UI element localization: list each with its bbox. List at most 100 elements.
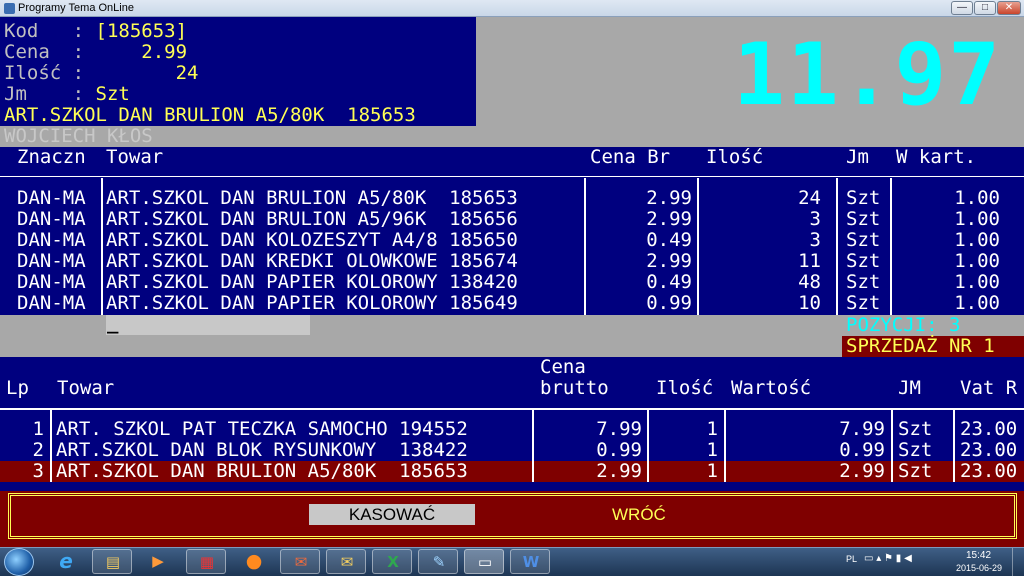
kasowac-button[interactable]: KASOWAĆ — [309, 504, 475, 525]
header-w-kart: W kart. — [896, 146, 977, 168]
action-frame — [8, 493, 1017, 539]
window-title: Programy Tema OnLine — [18, 2, 134, 14]
cell-jm: Szt — [846, 187, 881, 209]
minimize-button[interactable]: — — [951, 1, 973, 15]
header-cena-br: Cena Br — [590, 146, 671, 168]
cell-lp: 3 — [32, 460, 44, 482]
header-vat: Vat R — [960, 377, 1018, 399]
operator-name: WOJCIECH KŁOS — [4, 125, 153, 147]
col-divider — [101, 178, 103, 315]
cell-vat: 23.00 — [960, 439, 1018, 461]
cell-w-kart: 1.00 — [954, 187, 1000, 209]
jm-label: Jm : — [4, 83, 96, 105]
cell-towar: ART. SZKOL PAT TECZKA SAMOCHO 194552 — [56, 418, 468, 440]
cell-w-kart: 1.00 — [954, 292, 1000, 314]
paint-glyph: ✎ — [432, 553, 446, 571]
internet-explorer-icon[interactable]: e — [46, 549, 86, 574]
header-wartosc: Wartość — [731, 377, 812, 399]
wroc-button[interactable]: WRÓĆ — [612, 504, 672, 525]
jm-row: Jm : Szt — [4, 84, 130, 105]
cell-jm: Szt — [846, 271, 881, 293]
cell-cena: 0.99 — [646, 292, 692, 314]
outlook-glyph: ✉ — [294, 553, 308, 571]
cell-cena: 2.99 — [646, 250, 692, 272]
window-title-bar[interactable]: Programy Tema OnLine — □ ✕ — [0, 0, 1024, 17]
word-glyph: W — [522, 553, 540, 571]
total-display: 11.97 — [733, 25, 1002, 125]
console-glyph: ▭ — [477, 553, 493, 571]
media-player-icon[interactable]: ▶ — [138, 549, 178, 574]
clock-date[interactable]: 2015-06-29 — [956, 563, 1002, 573]
header-towar: Towar — [106, 146, 164, 168]
show-hidden-icons-icon[interactable]: ▴ — [876, 553, 881, 564]
cell-lp: 2 — [32, 439, 44, 461]
cell-ilosc: 1 — [706, 460, 718, 482]
cell-vat: 23.00 — [960, 460, 1018, 482]
cell-ilosc: 1 — [706, 418, 718, 440]
excel-icon[interactable]: X — [372, 549, 412, 574]
outlook-icon[interactable]: ✉ — [280, 549, 320, 574]
clock-time[interactable]: 15:42 — [966, 550, 991, 561]
maximize-button[interactable]: □ — [974, 1, 996, 15]
start-button[interactable] — [4, 548, 34, 576]
cell-towar: ART.SZKOL DAN KOLOZESZYT A4/8 185650 — [106, 229, 518, 251]
close-button[interactable]: ✕ — [997, 1, 1021, 15]
mail-icon[interactable]: ✉ — [326, 549, 366, 574]
col-divider — [532, 410, 534, 482]
network-icon[interactable]: ▮ — [896, 553, 902, 564]
col-divider — [836, 178, 838, 315]
cell-ilosc: 11 — [798, 250, 821, 272]
cell-cena: 0.49 — [646, 229, 692, 251]
col-divider — [50, 410, 52, 482]
kod-label: Kod : — [4, 20, 96, 42]
cell-wartosc: 2.99 — [839, 460, 885, 482]
cell-znaczn: DAN-MA — [17, 250, 86, 272]
col-divider — [697, 178, 699, 315]
kod-value: [185653] — [95, 20, 188, 42]
position-count: POZYCJI: 3 — [846, 314, 961, 336]
ilosc-value: 24 — [95, 62, 199, 84]
product-name: ART.SZKOL DAN BRULION A5/80K 185653 — [4, 104, 416, 126]
cell-ilosc: 3 — [809, 208, 821, 230]
keyboard-icon[interactable]: ▭ — [864, 553, 873, 564]
flag-icon[interactable]: ⚑ — [884, 553, 893, 564]
internet-explorer-glyph: e — [59, 549, 73, 573]
sale-header-divider — [0, 408, 1024, 410]
search-input[interactable] — [106, 315, 310, 335]
cell-znaczn: DAN-MA — [17, 292, 86, 314]
header-ilosc: Ilość — [706, 146, 764, 168]
show-desktop-button[interactable] — [1012, 548, 1024, 576]
cell-towar: ART.SZKOL DAN BLOK RYSUNKOWY 138422 — [56, 439, 468, 461]
kod-row: Kod : [185653] — [4, 21, 187, 42]
cell-cena: 7.99 — [596, 418, 642, 440]
jm-value: Szt — [95, 83, 130, 105]
cell-cena: 0.49 — [646, 271, 692, 293]
cell-cena: 2.99 — [596, 460, 642, 482]
cell-w-kart: 1.00 — [954, 229, 1000, 251]
mail-glyph: ✉ — [340, 553, 354, 571]
cell-ilosc: 24 — [798, 187, 821, 209]
sale-number: SPRZEDAŻ NR 1 — [846, 335, 995, 357]
volume-icon[interactable]: ◀ — [904, 553, 912, 564]
cell-jm: Szt — [898, 460, 933, 482]
cell-jm: Szt — [898, 439, 933, 461]
firefox-icon[interactable]: ● — [234, 549, 274, 574]
cell-znaczn: DAN-MA — [17, 229, 86, 251]
cell-cena: 2.99 — [646, 187, 692, 209]
cell-towar: ART.SZKOL DAN BRULION A5/96K 185656 — [106, 208, 518, 230]
col-divider — [584, 178, 586, 315]
cell-w-kart: 1.00 — [954, 271, 1000, 293]
console-icon[interactable]: ▭ — [464, 549, 504, 574]
cell-wartosc: 0.99 — [839, 439, 885, 461]
word-icon[interactable]: W — [510, 549, 550, 574]
app-icon[interactable]: ▦ — [186, 549, 226, 574]
col-divider — [890, 178, 892, 315]
file-explorer-icon[interactable]: ▤ — [92, 549, 132, 574]
language-indicator[interactable]: PL — [846, 554, 857, 564]
paint-icon[interactable]: ✎ — [418, 549, 458, 574]
cell-ilosc: 10 — [798, 292, 821, 314]
ilosc-label: Ilość : — [4, 62, 96, 84]
cell-w-kart: 1.00 — [954, 250, 1000, 272]
cell-lp: 1 — [32, 418, 44, 440]
tray-icons[interactable]: ▭ ▴ ⚑ ▮ ◀ — [864, 553, 912, 564]
